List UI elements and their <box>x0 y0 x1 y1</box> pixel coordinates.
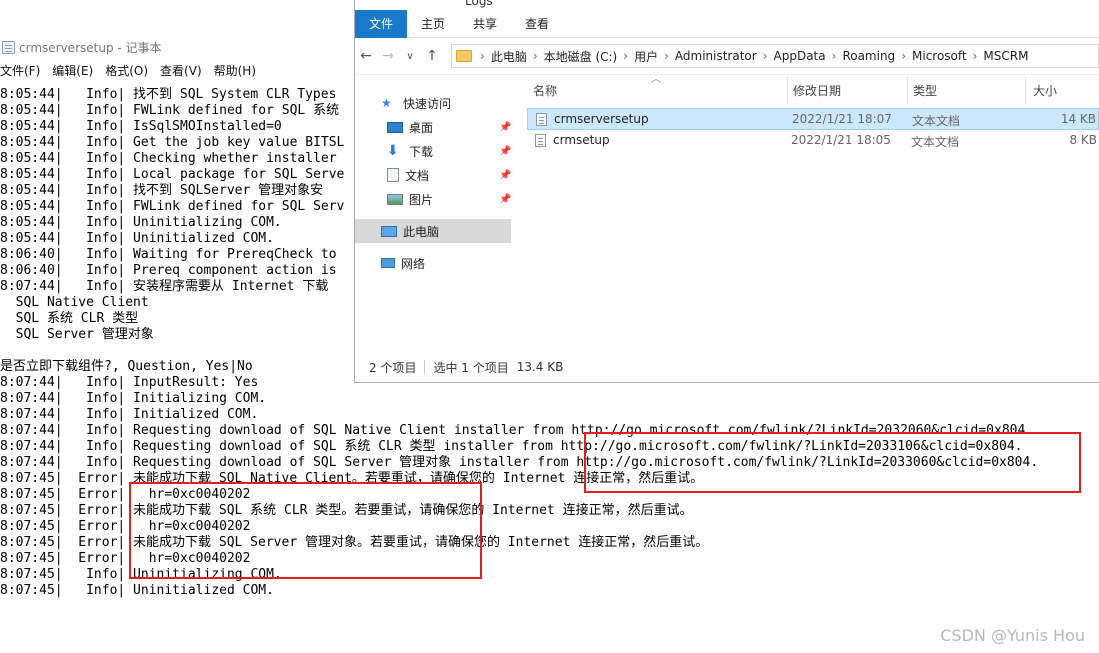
status-selected: 选中 1 个项目 <box>433 360 509 375</box>
file-row[interactable]: crmserversetup 2022/1/21 18:07 文本文档 14 K… <box>527 108 1099 130</box>
column-divider[interactable] <box>1025 76 1026 104</box>
computer-icon <box>381 225 397 237</box>
chevron-right-icon: › <box>972 49 978 63</box>
tab-file[interactable]: 文件 <box>355 9 408 38</box>
nav-label: 桌面 <box>409 120 434 135</box>
nav-item-quick-access[interactable]: ★ 快速访问 <box>381 92 451 114</box>
chevron-right-icon: › <box>480 49 485 63</box>
nav-item-pictures[interactable]: 图片 📌 <box>387 188 511 210</box>
column-divider[interactable] <box>787 76 788 104</box>
up-arrow-icon[interactable]: ↑ <box>421 48 443 64</box>
forward-arrow-icon[interactable]: → <box>377 48 399 64</box>
pin-icon: 📌 <box>499 169 512 181</box>
log-line: 8:07:44| Info| Initializing COM. <box>0 391 267 406</box>
chevron-right-icon: › <box>762 49 768 63</box>
status-bar: 2 个项目 选中 1 个项目 13.4 KB <box>355 352 1099 382</box>
breadcrumb-item[interactable]: 用户 <box>634 48 658 65</box>
breadcrumb-item[interactable]: Microsoft <box>912 49 967 63</box>
tab-share[interactable]: 共享 <box>459 10 511 38</box>
status-size: 13.4 KB <box>516 360 564 374</box>
column-header-size[interactable]: 大小 <box>1033 82 1057 99</box>
menu-format[interactable]: 格式(O) <box>105 62 148 82</box>
notepad-menubar: 文件(F) 编辑(E) 格式(O) 查看(V) 帮助(H) <box>0 62 268 82</box>
file-size: 8 KB <box>1069 133 1097 147</box>
pin-icon: 📌 <box>499 121 512 133</box>
star-icon: ★ <box>381 96 392 110</box>
text-file-icon <box>535 134 546 147</box>
file-list: ︿ 名称 修改日期 类型 大小 crmserversetup 2022/1/21… <box>525 74 1099 352</box>
text-file-icon <box>536 113 547 126</box>
breadcrumb-item[interactable]: MSCRM <box>983 49 1028 63</box>
nav-item-network[interactable]: 网络 <box>381 252 425 274</box>
folder-icon <box>456 50 472 62</box>
file-type: 文本文档 <box>911 135 960 149</box>
network-icon <box>381 258 395 268</box>
explorer-titlebar: Logs <box>355 0 1099 10</box>
breadcrumb-item[interactable]: Roaming <box>842 49 895 63</box>
explorer-body: ★ 快速访问 桌面 📌 ⬇ 下载 📌 文档 📌 图片 📌 此电脑 网络 ︿ 名称… <box>355 74 1099 382</box>
menu-edit[interactable]: 编辑(E) <box>52 62 93 82</box>
column-header-date[interactable]: 修改日期 <box>793 82 841 99</box>
nav-item-documents[interactable]: 文档 📌 <box>387 164 511 186</box>
picture-icon <box>387 193 403 205</box>
notepad-icon <box>2 40 15 54</box>
navigation-pane: ★ 快速访问 桌面 📌 ⬇ 下载 📌 文档 📌 图片 📌 此电脑 网络 <box>355 76 511 352</box>
file-name: crmsetup <box>553 133 610 147</box>
nav-item-this-pc[interactable]: 此电脑 <box>381 220 439 242</box>
nav-item-downloads[interactable]: ⬇ 下载 📌 <box>387 140 511 162</box>
tab-view[interactable]: 查看 <box>511 10 563 38</box>
nav-label: 文档 <box>405 168 430 183</box>
desktop-icon <box>387 121 403 133</box>
breadcrumb-item[interactable]: 本地磁盘 (C:) <box>544 48 618 65</box>
pin-icon: 📌 <box>499 193 512 205</box>
chevron-right-icon: › <box>623 49 629 63</box>
column-header-type[interactable]: 类型 <box>913 82 937 99</box>
status-item-count: 2 个项目 <box>369 360 417 375</box>
ribbon-tabs: 文件 主页 共享 查看 <box>355 9 1099 38</box>
chevron-right-icon: › <box>664 49 669 63</box>
file-size: 14 KB <box>1060 112 1096 126</box>
breadcrumb-item[interactable]: AppData <box>774 49 826 63</box>
menu-help[interactable]: 帮助(H) <box>214 62 256 82</box>
chevron-down-icon[interactable]: ∨ <box>399 51 421 62</box>
file-type: 文本文档 <box>912 114 961 128</box>
file-row[interactable]: crmsetup 2022/1/21 18:05 文本文档 8 KB <box>527 130 1099 152</box>
back-arrow-icon[interactable]: ← <box>355 48 377 64</box>
chevron-right-icon: › <box>532 49 538 63</box>
tab-home[interactable]: 主页 <box>407 10 459 38</box>
nav-label: 图片 <box>409 192 434 207</box>
explorer-window: Logs 文件 主页 共享 查看 ← → ∨ ↑ › 此电脑 › 本地磁盘 (C… <box>354 0 1099 383</box>
status-divider <box>424 360 426 374</box>
pin-icon: 📌 <box>499 145 512 157</box>
log-line: 8:07:45| Info| Uninitialized COM. <box>0 583 274 598</box>
nav-label: 此电脑 <box>403 224 440 239</box>
nav-label: 下载 <box>409 144 434 159</box>
menu-file[interactable]: 文件(F) <box>0 62 40 82</box>
address-row: ← → ∨ ↑ › 此电脑 › 本地磁盘 (C:) › 用户 › Adminis… <box>355 38 1099 75</box>
file-name: crmserversetup <box>554 112 649 126</box>
nav-label: 网络 <box>401 256 426 271</box>
column-header-name[interactable]: 名称 <box>533 82 557 99</box>
notepad-titlebar: crmserversetup - 记事本 <box>0 36 360 58</box>
column-divider[interactable] <box>907 76 908 104</box>
url-highlight-box <box>584 432 1081 493</box>
file-date: 2022/1/21 18:05 <box>791 133 891 147</box>
watermark: CSDN @Yunis Hou <box>940 626 1085 645</box>
download-icon: ⬇ <box>387 143 399 159</box>
chevron-right-icon: › <box>901 49 906 63</box>
chevron-right-icon: › <box>831 49 837 63</box>
explorer-title: Logs <box>465 0 493 8</box>
document-icon <box>387 168 399 182</box>
breadcrumb-item[interactable]: Administrator <box>675 49 757 63</box>
nav-label: 快速访问 <box>403 96 452 111</box>
menu-view[interactable]: 查看(V) <box>160 62 202 82</box>
error-highlight-box <box>129 482 482 579</box>
log-line: 8:07:44| Info| Initialized COM. <box>0 407 259 422</box>
notepad-title: crmserversetup - 记事本 <box>19 40 162 55</box>
file-date: 2022/1/21 18:07 <box>792 112 892 126</box>
breadcrumb-item[interactable]: 此电脑 <box>491 48 527 65</box>
address-bar[interactable]: › 此电脑 › 本地磁盘 (C:) › 用户 › Administrator ›… <box>451 44 1099 68</box>
nav-item-desktop[interactable]: 桌面 📌 <box>387 116 511 138</box>
sort-chevron-up-icon[interactable]: ︿ <box>651 70 661 85</box>
